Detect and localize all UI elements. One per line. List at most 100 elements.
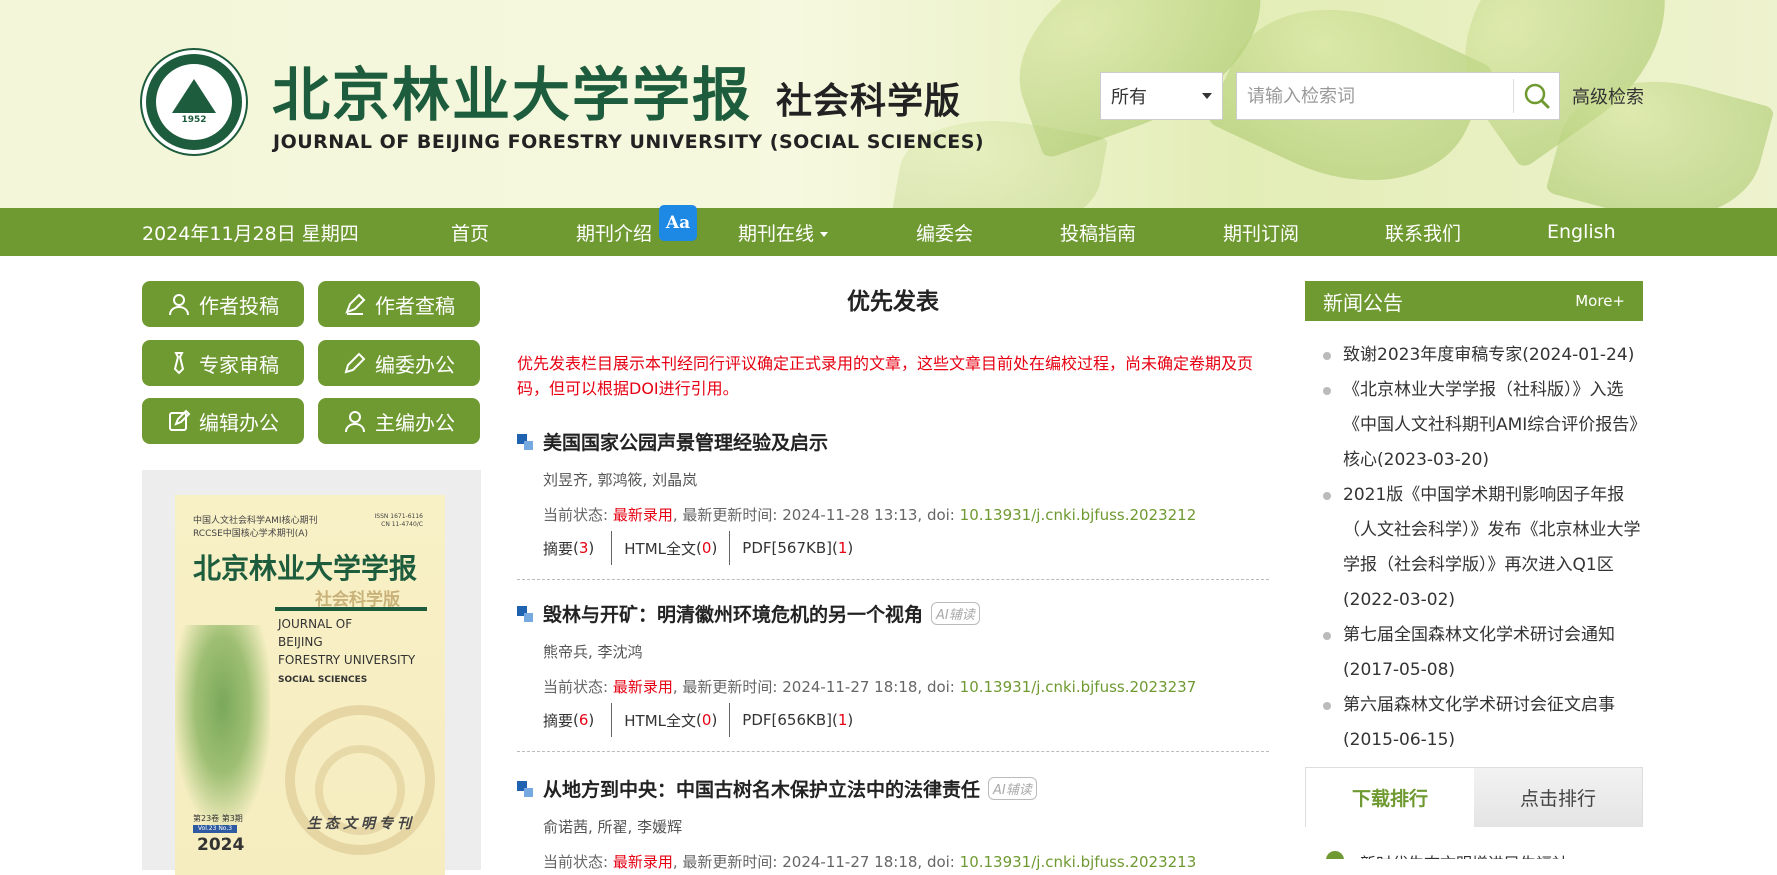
editor-office-button[interactable]: 编辑办公 (142, 398, 304, 444)
cover-en-1: JOURNAL OF (278, 617, 353, 631)
updated-time: 2024-11-27 18:18 (782, 853, 918, 871)
nav-contact[interactable]: 联系我们 (1385, 219, 1461, 246)
status-value: 最新录用 (612, 853, 673, 871)
news-item[interactable]: 2021版《中国学术期刊影响因子年报（人文社会科学）》发布《北京林业大学学报（社… (1320, 478, 1645, 618)
section-title: 优先发表 (847, 289, 939, 315)
ai-read-tag[interactable]: AI辅读 (931, 602, 980, 625)
nav-journal-intro[interactable]: 期刊介绍 (576, 219, 652, 246)
cover-issn: ISSN 1671-6116 CN 11-4740/C (375, 513, 424, 529)
search-scope-select[interactable]: 所有 (1100, 72, 1223, 120)
article-title-row: 毁林与开矿：明清徽州环境危机的另一个视角 AI辅读 (517, 600, 1269, 627)
article-status: 当前状态: 最新录用, 最新更新时间: 2024-11-27 18:18, do… (543, 676, 1269, 697)
updated-label: , 最新更新时间: (672, 506, 778, 524)
editor-office-label: 编辑办公 (199, 410, 279, 435)
article-item: 美国国家公园声景管理经验及启示 刘昱齐, 郭鸿筱, 刘晶岚 当前状态: 最新录用… (517, 428, 1269, 580)
news-list: 致谢2023年度审稿专家(2024-01-24) 《北京林业大学学报（社科版）》… (1320, 338, 1645, 758)
news-item[interactable]: 第七届全国森林文化学术研讨会通知(2017-05-08) (1320, 618, 1645, 688)
pencil-icon (345, 293, 366, 315)
nav-journal-online[interactable]: 期刊在线 (738, 219, 829, 246)
search-box (1236, 72, 1560, 120)
cover-tagline: 中国人文社会科学AMI核心期刊 RCCSE中国核心学术期刊(A) (193, 515, 318, 541)
doi-link[interactable]: 10.13931/j.cnki.bjfuss.2023237 (960, 678, 1197, 696)
journal-cover[interactable]: 中国人文社会科学AMI核心期刊 RCCSE中国核心学术期刊(A) ISSN 16… (175, 495, 445, 875)
cover-title: 北京林业大学学报 (193, 552, 418, 585)
html-fulltext-link[interactable]: HTML全文(0) (611, 531, 729, 565)
article-item: 从地方到中央：中国古树名木保护立法中的法律责任 AI辅读 俞诺茜, 所翟, 李媛… (517, 775, 1269, 872)
university-logo[interactable]: 1952 (142, 50, 246, 154)
updated-label: , 最新更新时间: (672, 678, 778, 696)
article-title[interactable]: 从地方到中央：中国古树名木保护立法中的法律责任 (543, 775, 980, 802)
cover-issn-2: CN 11-4740/C (381, 521, 423, 528)
main-nav: 2024年11月28日 星期四 首页 期刊介绍 Aa 期刊在线 编委会 投稿指南… (0, 205, 1777, 256)
news-item[interactable]: 致谢2023年度审稿专家(2024-01-24) (1320, 338, 1645, 373)
article-status: 当前状态: 最新录用, 最新更新时间: 2024-11-28 13:13, do… (543, 504, 1269, 525)
author-submit-button[interactable]: 作者投稿 (142, 281, 304, 327)
html-label: HTML全文 (624, 539, 697, 558)
tab-click-ranking[interactable]: 点击排行 (1474, 768, 1642, 827)
tab-download-ranking[interactable]: 下载排行 (1306, 768, 1474, 827)
cover-en-2: BEIJING (278, 635, 323, 649)
cover-tagline-2: RCCSE中国核心学术期刊(A) (193, 529, 308, 539)
expert-review-label: 专家审稿 (199, 352, 279, 377)
ai-read-tag[interactable]: AI辅读 (988, 777, 1037, 800)
article-links: 摘要(6) HTML全文(0) PDF[656KB](1) (543, 703, 1269, 737)
journal-title-cn: 北京林业大学学报 (272, 61, 753, 129)
article-bullet-icon (517, 605, 533, 622)
pdf-label: PDF[567KB] (742, 539, 832, 557)
ranking-item[interactable]: 新时代生态文明增进民生福祉 (1360, 850, 1568, 859)
pdf-link[interactable]: PDF[567KB](1) (729, 531, 865, 565)
news-item[interactable]: 《北京林业大学学报（社科版）》入选《中国人文社科期刊AMI综合评价报告》核心(2… (1320, 373, 1645, 478)
author-query-label: 作者查稿 (375, 293, 455, 318)
abstract-link[interactable]: 摘要(6) (543, 703, 611, 737)
user-icon (169, 294, 189, 316)
html-fulltext-link[interactable]: HTML全文(0) (611, 703, 729, 737)
cover-tagline-1: 中国人文社会科学AMI核心期刊 (193, 516, 318, 526)
article-status: 当前状态: 最新录用, 最新更新时间: 2024-11-27 18:18, do… (543, 851, 1269, 872)
article-bullet-icon (517, 433, 533, 450)
doi-link[interactable]: 10.13931/j.cnki.bjfuss.2023212 (960, 506, 1197, 524)
editorial-board-office-button[interactable]: 编委办公 (318, 340, 480, 386)
cover-divider (275, 607, 427, 611)
font-size-badge[interactable]: Aa (659, 205, 697, 241)
article-divider (517, 579, 1269, 580)
logo-emblem: 1952 (156, 64, 232, 140)
article-title-row: 美国国家公园声景管理经验及启示 (517, 428, 1269, 455)
journal-subtitle: 社会科学版 (776, 81, 962, 122)
editorial-board-office-label: 编委办公 (375, 352, 455, 377)
news-more-link[interactable]: More+ (1575, 292, 1625, 310)
cover-en-4: SOCIAL SCIENCES (278, 675, 368, 685)
chevron-down-icon (1202, 93, 1212, 99)
news-item[interactable]: 第六届森林文化学术研讨会征文启事(2015-06-15) (1320, 688, 1645, 758)
search-input[interactable] (1237, 73, 1513, 119)
article-authors: 俞诺茜, 所翟, 李媛辉 (543, 818, 683, 836)
nav-submission-guide[interactable]: 投稿指南 (1060, 219, 1136, 246)
search-bar: 所有 高级检索 (1100, 72, 1644, 120)
article-title[interactable]: 毁林与开矿：明清徽州环境危机的另一个视角 (543, 600, 923, 627)
nav-editorial-board[interactable]: 编委会 (916, 219, 973, 246)
article-title[interactable]: 美国国家公园声景管理经验及启示 (543, 428, 828, 455)
search-button[interactable] (1513, 79, 1559, 113)
html-count: 0 (701, 539, 712, 557)
author-query-button[interactable]: 作者查稿 (318, 281, 480, 327)
doi-label: , doi: (917, 506, 955, 524)
chief-editor-office-label: 主编办公 (375, 410, 455, 435)
nav-subscription[interactable]: 期刊订阅 (1223, 219, 1299, 246)
nav-home[interactable]: 首页 (451, 219, 489, 246)
doi-link[interactable]: 10.13931/j.cnki.bjfuss.2023213 (960, 853, 1197, 871)
expert-review-button[interactable]: 专家审稿 (142, 340, 304, 386)
article-authors: 刘昱齐, 郭鸿筱, 刘晶岚 (543, 471, 698, 489)
abstract-label: 摘要 (543, 711, 574, 730)
nav-english[interactable]: English (1547, 221, 1616, 243)
pdf-link[interactable]: PDF[656KB](1) (729, 703, 865, 737)
section-notice: 优先发表栏目展示本刊经同行评议确定正式录用的文章，这些文章目前处在编校过程，尚未… (517, 354, 1254, 398)
doi-label: , doi: (917, 853, 955, 871)
article-item: 毁林与开矿：明清徽州环境危机的另一个视角 AI辅读 熊帝兵, 李沈鸿 当前状态:… (517, 600, 1269, 752)
current-date: 2024年11月28日 星期四 (142, 222, 359, 245)
advanced-search-link[interactable]: 高级检索 (1572, 83, 1644, 109)
chief-editor-office-button[interactable]: 主编办公 (318, 398, 480, 444)
abstract-link[interactable]: 摘要(3) (543, 531, 611, 565)
pdf-count: 1 (837, 539, 848, 557)
news-header: 新闻公告 More+ (1305, 281, 1643, 321)
status-label: 当前状态: (543, 853, 609, 871)
ranking-list: 新时代生态文明增进民生福祉 (1318, 848, 1638, 859)
